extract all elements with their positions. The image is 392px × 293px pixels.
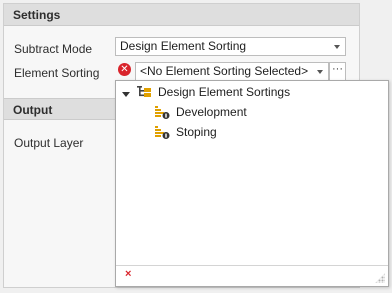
subtract-mode-label: Subtract Mode: [14, 42, 93, 56]
resize-grip-icon[interactable]: [375, 273, 385, 283]
tree-item-label: Stoping: [176, 125, 217, 139]
tree-item-development[interactable]: Development: [116, 103, 388, 121]
element-sorting-combo[interactable]: <No Element Sorting Selected>: [135, 62, 329, 81]
sort-element-icon: [154, 105, 170, 120]
error-icon: ✕: [118, 63, 131, 76]
output-header-label: Output: [13, 103, 53, 117]
subtract-mode-combo[interactable]: Design Element Sorting: [115, 37, 346, 56]
element-sorting-value: <No Element Sorting Selected>: [140, 64, 309, 78]
ellipsis-label: ···: [332, 63, 343, 75]
clear-icon[interactable]: ×: [125, 268, 131, 280]
tree-item-stoping[interactable]: Stoping: [116, 123, 388, 141]
chevron-down-icon[interactable]: [312, 63, 328, 80]
settings-group-header[interactable]: Settings: [4, 4, 359, 26]
output-layer-label: Output Layer: [14, 136, 84, 150]
element-sorting-dropdown: Design Element Sortings Development Stop…: [115, 80, 389, 287]
ellipsis-button[interactable]: ···: [329, 62, 346, 81]
chevron-down-icon[interactable]: [329, 38, 345, 55]
element-sorting-label: Element Sorting: [14, 66, 100, 80]
tree-root-label: Design Element Sortings: [158, 85, 291, 99]
sort-group-icon: [136, 85, 152, 99]
tree-item-label: Development: [176, 105, 247, 119]
dropdown-footer: ×: [116, 265, 388, 286]
settings-header-label: Settings: [13, 8, 61, 22]
subtract-mode-value: Design Element Sorting: [120, 39, 247, 53]
sort-element-icon: [154, 125, 170, 140]
tree-root-row[interactable]: Design Element Sortings: [116, 83, 388, 101]
expand-arrow-icon[interactable]: [122, 92, 130, 97]
